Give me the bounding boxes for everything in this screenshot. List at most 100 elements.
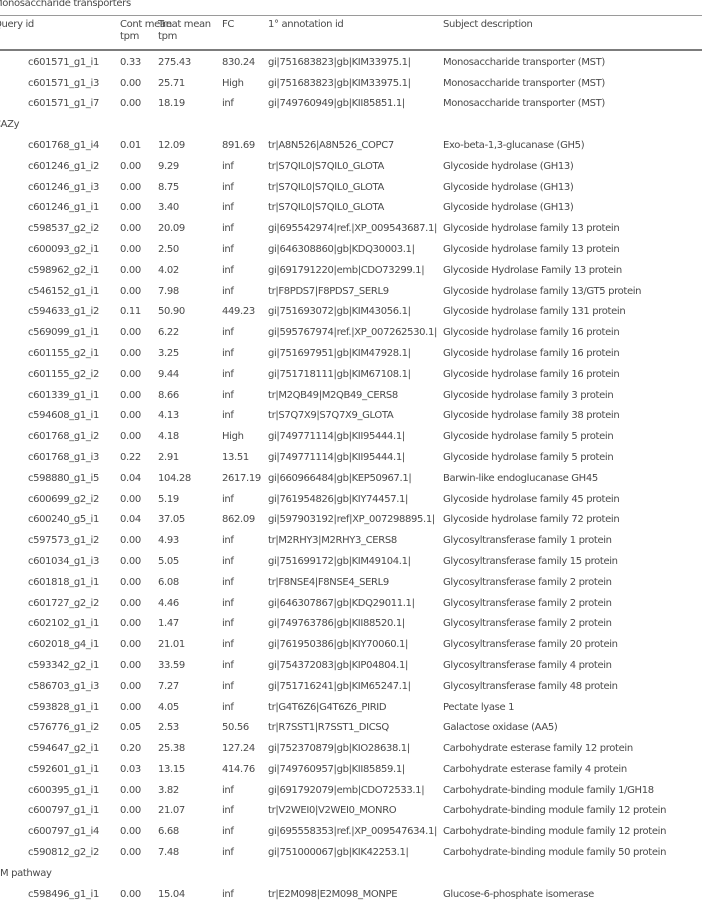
cell-query-id: c601571_g1_i1 [28,56,99,68]
cell-cont-mean: 0.00 [120,347,141,359]
cell-annotation-id: tr|F8PDS7|F8PDS7_SERL9 [268,285,389,297]
cell-treat-mean: 2.50 [158,243,179,255]
table-row: c601768_g1_i4 0.01 12.09 891.69 tr|A8N526|A8… [0,136,702,157]
cell-query-id: c600797_g1_i4 [28,826,99,838]
cell-description: Glycoside hydrolase family 5 protein [443,431,614,443]
cell-query-id: c586703_g1_i3 [28,680,99,692]
cell-description: Glycoside hydrolase family 5 protein [443,451,614,463]
cell-query-id: c602018_g4_i1 [28,639,99,651]
cell-cont-mean: 0.00 [120,888,141,900]
group-label: EM pathway [0,867,52,879]
table-row: c601727_g2_i2 0.00 4.46 inf gi|646307867|gb|… [0,594,702,615]
cell-cont-mean: 0.00 [120,618,141,630]
col-header-cont-mean-line2: tpm [120,30,139,42]
cell-fc: inf [222,805,234,817]
cell-treat-mean: 1.47 [158,618,179,630]
cell-annotation-id: tr|M2RHY3|M2RHY3_CERS8 [268,535,397,547]
group-label-monosaccharide: Monosaccharide transporters [0,0,131,9]
cell-cont-mean: 0.00 [120,576,141,588]
cell-cont-mean: 0.05 [120,722,141,734]
cell-description: Glycosyltransferase family 20 protein [443,639,618,651]
cell-query-id: c600797_g1_i1 [28,805,99,817]
cell-query-id: c598537_g2_i2 [28,223,99,235]
cell-query-id: c590812_g2_i2 [28,847,99,859]
cell-treat-mean: 2.53 [158,722,179,734]
cell-description: Glycoside hydrolase family 16 protein [443,347,620,359]
table-row: c600797_g1_i1 0.00 21.07 inf tr|V2WEI0|V2WEI… [0,801,702,822]
table-row: c601246_g1_i3 0.00 8.75 inf tr|S7QIL0|S7QIL0… [0,178,702,199]
cell-annotation-id: gi|660966484|gb|KEP50967.1| [268,472,412,484]
cell-query-id: c546152_g1_i1 [28,285,99,297]
cell-description: Barwin-like endoglucanase GH45 [443,472,598,484]
cell-query-id: c569099_g1_i1 [28,327,99,339]
cell-query-id: c601768_g1_i2 [28,431,99,443]
cell-treat-mean: 5.19 [158,493,179,505]
table-row: c576776_g1_i2 0.05 2.53 50.56 tr|R7SST1|R7SS… [0,718,702,739]
cell-description: Galactose oxidase (AA5) [443,722,558,734]
cell-annotation-id: gi|752370879|gb|KIO28638.1| [268,743,410,755]
cell-query-id: c601571_g1_i3 [28,77,99,89]
cell-description: Glycosyltransferase family 2 protein [443,576,612,588]
table-row: c594608_g1_i1 0.00 4.13 inf tr|S7Q7X9|S7Q7X9… [0,406,702,427]
cell-fc: inf [222,680,234,692]
cell-fc: inf [222,264,234,276]
cell-cont-mean: 0.00 [120,77,141,89]
cell-annotation-id: gi|695542974|ref.|XP_009543687.1| [268,223,438,235]
cell-description: Glycoside Hydrolase Family 13 protein [443,264,622,276]
cell-query-id: c598962_g2_i1 [28,264,99,276]
col-header-treat-mean-line1: Treat mean [158,18,211,30]
cell-annotation-id: tr|S7QIL0|S7QIL0_GLOTA [268,202,385,214]
cell-query-id: c598496_g1_i1 [28,888,99,900]
cell-description: Pectate lyase 1 [443,701,515,713]
cell-query-id: c600093_g2_i1 [28,243,99,255]
cell-query-id: c601034_g1_i3 [28,555,99,567]
cell-annotation-id: tr|S7QIL0|S7QIL0_GLOTA [268,160,385,172]
cell-annotation-id: gi|754372083|gb|KIP04804.1| [268,659,408,671]
cell-description: Carbohydrate-binding module family 50 pr… [443,847,667,859]
cell-description: Glycosyltransferase family 2 protein [443,597,612,609]
cell-annotation-id: gi|695558353|ref.|XP_009547634.1| [268,826,438,838]
cell-query-id: c601768_g1_i4 [28,139,99,151]
cell-annotation-id: tr|S7Q7X9|S7Q7X9_GLOTA [268,410,394,422]
cell-fc: 50.56 [222,722,249,734]
cell-annotation-id: gi|749760949|gb|KII85851.1| [268,98,405,110]
cell-annotation-id: gi|749771114|gb|KII95444.1| [268,431,405,443]
table-row: c601571_g1_i1 0.33 275.43 830.24 gi|75168382… [0,53,702,74]
cell-treat-mean: 7.27 [158,680,179,692]
cell-fc: inf [222,410,234,422]
cell-cont-mean: 0.00 [120,223,141,235]
table-row: c601246_g1_i2 0.00 9.29 inf tr|S7QIL0|S7QIL0… [0,157,702,178]
cell-query-id: c598880_g1_i5 [28,472,99,484]
col-header-annotation: 1° annotation id [268,18,344,30]
cell-treat-mean: 2.91 [158,451,179,463]
cell-query-id: c594647_g2_i1 [28,743,99,755]
cell-description: Glycosyltransferase family 15 protein [443,555,618,567]
cell-cont-mean: 0.00 [120,659,141,671]
cell-query-id: c601727_g2_i2 [28,597,99,609]
cell-cont-mean: 0.00 [120,285,141,297]
cell-cont-mean: 0.00 [120,243,141,255]
cell-treat-mean: 7.98 [158,285,179,297]
col-header-fc: FC [222,18,235,30]
cell-annotation-id: tr|A8N526|A8N526_COPC7 [268,139,394,151]
cell-treat-mean: 4.18 [158,431,179,443]
cell-annotation-id: tr|E2M098|E2M098_MONPE [268,888,398,900]
cell-cont-mean: 0.00 [120,597,141,609]
cell-treat-mean: 6.08 [158,576,179,588]
cell-treat-mean: 4.02 [158,264,179,276]
cell-annotation-id: gi|751683823|gb|KIM33975.1| [268,77,411,89]
cell-cont-mean: 0.04 [120,514,141,526]
cell-treat-mean: 6.68 [158,826,179,838]
cell-cont-mean: 0.00 [120,410,141,422]
cell-cont-mean: 0.00 [120,680,141,692]
cell-query-id: c601155_g2_i2 [28,368,99,380]
table-row: c546152_g1_i1 0.00 7.98 inf tr|F8PDS7|F8PDS7… [0,282,702,303]
table-row: c593342_g2_i1 0.00 33.59 inf gi|754372083|gb… [0,656,702,677]
group-label: CAZy [0,119,20,131]
cell-description: Carbohydrate esterase family 4 protein [443,763,627,775]
cell-fc: inf [222,535,234,547]
cell-treat-mean: 6.22 [158,327,179,339]
table-row: c593828_g1_i1 0.00 4.05 inf tr|G4T6Z6|G4T6Z6… [0,698,702,719]
col-header-query-id: Query id [0,18,34,30]
cell-cont-mean: 0.03 [120,763,141,775]
